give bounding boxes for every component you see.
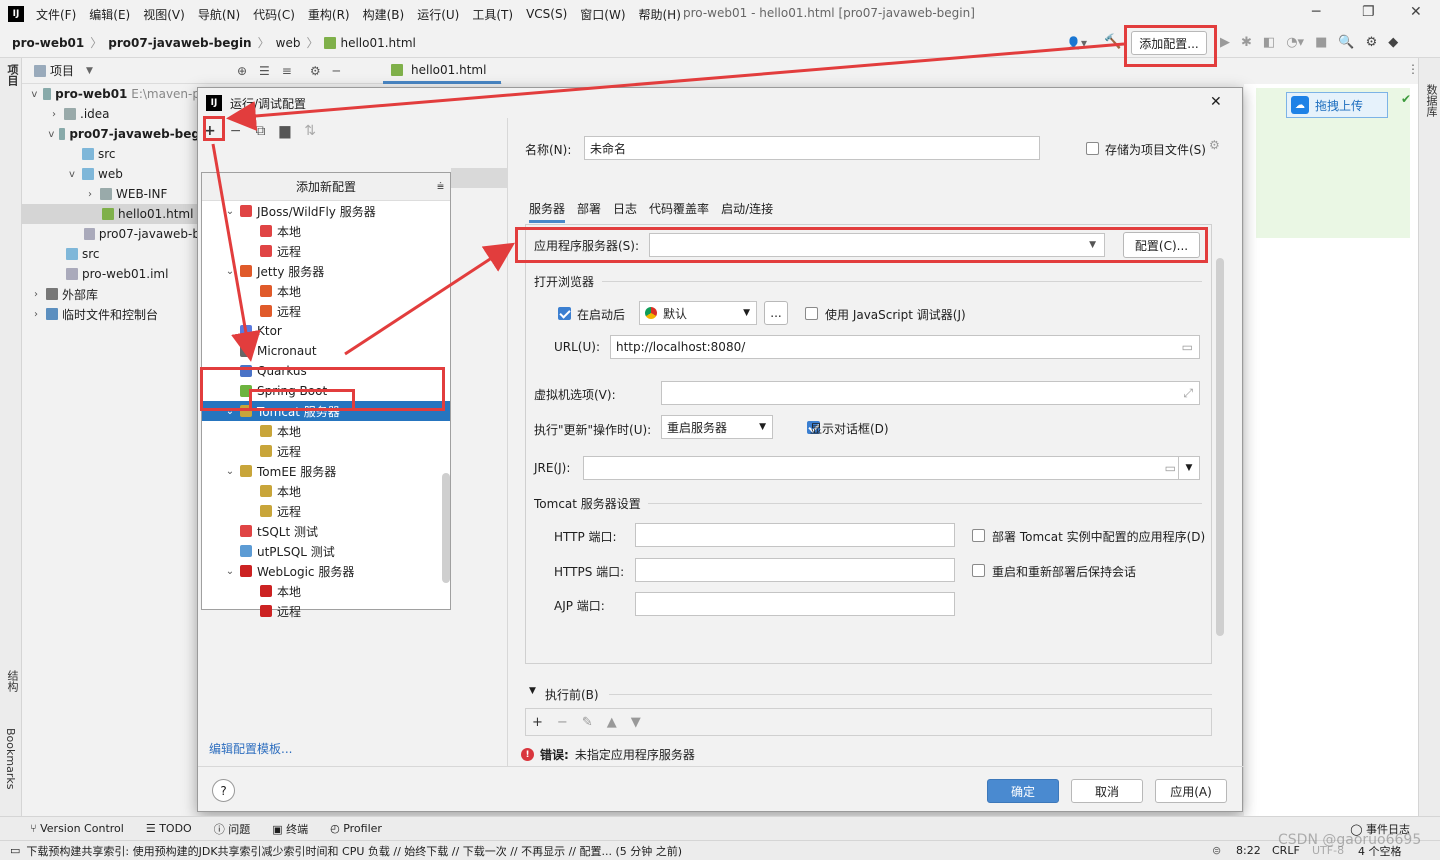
profiler-tab[interactable]: ◴ Profiler [330,822,382,835]
status-bar: ▭ 下载预构建共享索引: 使用预构建的JDK共享索引减少索引时间和 CPU 负载… [0,840,1440,860]
arrow-to-tomcat [211,143,261,362]
problems-tab[interactable]: ⓘ 问题 [214,821,251,837]
csdn-watermark: CSDN @gaoruo6695 [1278,832,1422,848]
background-task-icon[interactable]: ⊜ [1212,844,1221,857]
caret-position[interactable]: 8:22 [1236,844,1261,857]
annotation-arrows [211,42,1125,362]
status-message[interactable]: 下载预构建共享索引: 使用预构建的JDK共享索引减少索引时间和 CPU 负载 /… [26,843,682,859]
arrow-to-app-server [344,242,516,356]
todo-tab[interactable]: ☰ TODO [146,822,192,835]
status-message-icon: ▭ [10,844,21,857]
terminal-tab[interactable]: ▣ 终端 [272,821,308,837]
arrow-to-plus [226,42,1125,131]
version-control-tab[interactable]: ⑂ Version Control [30,822,124,835]
tool-window-bar: ⑂ Version Control ☰ TODO ⓘ 问题 ▣ 终端 ◴ Pro… [0,816,1440,840]
